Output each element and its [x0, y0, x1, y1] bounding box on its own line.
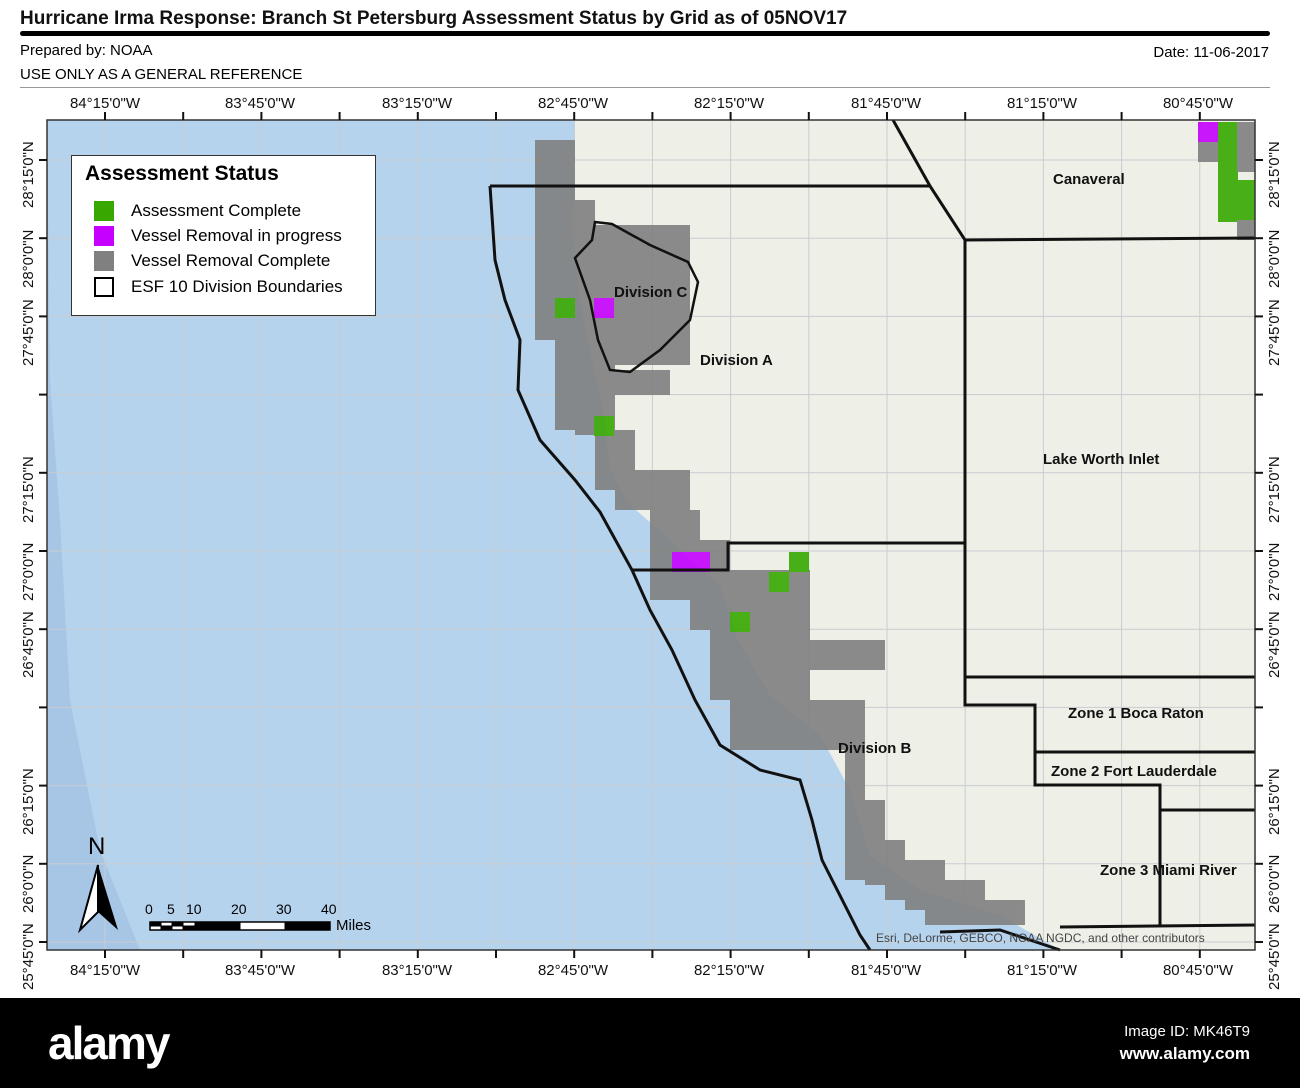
label-zone3: Zone 3 Miami River: [1100, 862, 1237, 879]
scale-bar: [149, 921, 331, 931]
grid-cell: [594, 298, 614, 318]
legend-item: ESF 10 Division Boundaries: [94, 277, 343, 297]
lat-label: 28°15'0"N: [20, 141, 37, 208]
grid-cell: [655, 245, 690, 285]
scale-tick: 30: [276, 901, 292, 917]
grid-cell: [594, 416, 614, 436]
grid-cell: [770, 700, 830, 740]
lat-label: 26°0'0"N: [20, 854, 37, 913]
footer-bar: alamy Image ID: MK46T9 www.alamy.com: [0, 998, 1300, 1088]
label-zone1: Zone 1 Boca Raton: [1068, 705, 1204, 722]
label-zone2: Zone 2 Fort Lauderdale: [1051, 763, 1217, 780]
legend-label: Assessment Complete: [131, 201, 302, 220]
scale-unit: Miles: [336, 917, 372, 934]
lat-label: 26°0'0"N: [1266, 854, 1283, 913]
scale-tick: 5: [167, 901, 175, 917]
lat-label: 25°45'0"N: [1266, 923, 1283, 990]
grid-cell: [925, 900, 1025, 925]
lat-label: 26°15'0"N: [1266, 768, 1283, 835]
label-division-c: Division C: [614, 284, 688, 301]
grid-cell: [1198, 142, 1218, 162]
lat-label: 27°0'0"N: [20, 542, 37, 601]
lat-label: 26°15'0"N: [20, 768, 37, 835]
lat-label: 26°45'0"N: [1266, 611, 1283, 678]
attribution: Esri, DeLorme, GEBCO, NOAA NGDC, and oth…: [876, 931, 1205, 945]
grid-cell: [1237, 180, 1255, 220]
lat-label: 26°45'0"N: [20, 611, 37, 678]
lat-label: 28°0'0"N: [1266, 229, 1283, 288]
lat-label: 28°15'0"N: [1266, 141, 1283, 208]
legend-item: Vessel Removal Complete: [94, 251, 330, 271]
grid-cell: [555, 370, 670, 395]
scale-tick: 40: [321, 901, 337, 917]
grid-cell: [789, 552, 809, 572]
grid-cell: [1237, 122, 1255, 172]
legend-label: Vessel Removal Complete: [131, 251, 331, 270]
label-canaveral: Canaveral: [1053, 171, 1125, 188]
legend: Assessment Status Assessment Complete Ve…: [71, 155, 376, 316]
label-division-b: Division B: [838, 740, 912, 757]
scale-tick: 20: [231, 901, 247, 917]
swatch-boundary: [94, 277, 114, 297]
label-lake-worth: Lake Worth Inlet: [1043, 451, 1160, 468]
grid-cell: [1218, 122, 1238, 222]
scale-tick: 0: [145, 901, 153, 917]
map-frame: [39, 112, 1263, 958]
grid-cell: [730, 640, 885, 670]
lat-label: 27°45'0"N: [1266, 299, 1283, 366]
legend-item: Vessel Removal in progress: [94, 226, 342, 246]
alamy-logo: alamy: [48, 1017, 170, 1069]
north-label: N: [88, 833, 106, 860]
label-division-a: Division A: [700, 352, 773, 369]
swatch-removal-complete: [94, 251, 114, 271]
legend-label: Vessel Removal in progress: [131, 226, 342, 245]
image-id: Image ID: MK46T9: [1124, 1023, 1250, 1040]
lat-label: 25°45'0"N: [20, 923, 37, 990]
swatch-complete: [94, 201, 114, 221]
lat-label: 28°0'0"N: [20, 229, 37, 288]
swatch-in-progress: [94, 226, 114, 246]
lat-label: 27°0'0"N: [1266, 542, 1283, 601]
grid-cell: [555, 298, 575, 318]
legend-item: Assessment Complete: [94, 201, 301, 221]
grid-cell: [730, 612, 750, 632]
lat-label: 27°15'0"N: [1266, 456, 1283, 523]
grid-cell: [1198, 122, 1218, 142]
grid-cell: [769, 572, 789, 592]
lat-label: 27°15'0"N: [20, 456, 37, 523]
lat-label: 27°45'0"N: [20, 299, 37, 366]
grid-cell: [555, 160, 575, 180]
legend-label: ESF 10 Division Boundaries: [131, 277, 343, 296]
site-url: www.alamy.com: [1119, 1044, 1250, 1063]
legend-title: Assessment Status: [85, 162, 279, 185]
grid-cell: [680, 510, 700, 540]
scale-tick: 10: [186, 901, 202, 917]
